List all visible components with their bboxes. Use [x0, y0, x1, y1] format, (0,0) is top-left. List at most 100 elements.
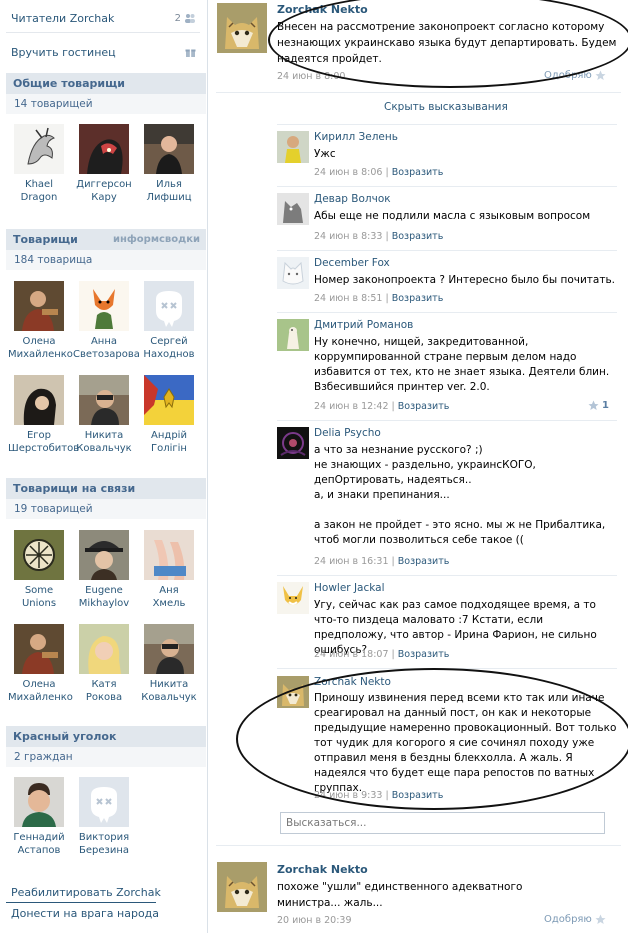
avatar[interactable] — [144, 530, 194, 580]
hide-comments-link[interactable]: Скрыть высказывания — [384, 101, 508, 113]
friend-first-name[interactable]: Khael — [8, 178, 70, 191]
comment-date[interactable]: 24 июн в 16:31 — [314, 556, 389, 567]
friend-card[interactable]: Сергей Находнов — [138, 281, 200, 361]
friend-first-name[interactable]: Катя — [73, 678, 135, 691]
avatar[interactable] — [79, 124, 129, 174]
common-friends-header[interactable]: Общие товарищи — [6, 73, 206, 94]
friend-last-name[interactable]: Находнов — [138, 348, 200, 361]
comment-author[interactable]: Дмитрий Романов — [314, 319, 413, 331]
avatar[interactable] — [14, 281, 64, 331]
comment-author[interactable]: Delia Psycho — [314, 427, 381, 439]
friend-card[interactable]: Eugene Mikhaylov — [73, 530, 135, 610]
friend-card[interactable]: Никита Ковальчук — [138, 624, 200, 704]
friend-first-name[interactable]: Eugene — [73, 584, 135, 597]
avatar[interactable] — [14, 375, 64, 425]
friend-card[interactable]: Илья Лифшиц — [138, 124, 200, 204]
friend-last-name[interactable]: Березина — [73, 844, 135, 857]
post-author-name[interactable]: Zorchak Nekto — [277, 863, 368, 876]
comment-input[interactable]: Высказаться... — [280, 812, 605, 834]
comment-author[interactable]: December Fox — [314, 257, 390, 269]
comment-avatar[interactable] — [277, 319, 309, 351]
comment-author[interactable]: Кирилл Зелень — [314, 131, 398, 143]
reply-link[interactable]: Возразить — [392, 167, 444, 178]
friend-last-name[interactable]: Михайленко — [8, 691, 73, 704]
post-author-avatar[interactable] — [217, 862, 267, 912]
comment-date[interactable]: 24 июн в 12:42 — [314, 401, 389, 412]
reply-link[interactable]: Возразить — [398, 556, 450, 567]
online-friends-header[interactable]: Товарищи на связи — [6, 478, 206, 499]
friend-card[interactable]: Аня Хмель — [138, 530, 200, 610]
friend-last-name[interactable]: Голігін — [138, 442, 200, 455]
avatar[interactable] — [79, 375, 129, 425]
friend-first-name[interactable]: Геннадий — [8, 831, 70, 844]
readers-link[interactable]: Читатели Zorchak 2 — [0, 3, 206, 33]
friend-card[interactable]: Никита Ковальчук — [73, 375, 135, 455]
friend-last-name[interactable]: Хмель — [138, 597, 200, 610]
comment-avatar[interactable] — [277, 193, 309, 225]
avatar[interactable] — [14, 124, 64, 174]
friend-card[interactable]: Виктория Березина — [73, 777, 135, 857]
avatar-placeholder[interactable] — [79, 777, 129, 827]
reply-link[interactable]: Возразить — [392, 293, 444, 304]
reply-link[interactable]: Возразить — [398, 401, 450, 412]
comment-avatar[interactable] — [277, 427, 309, 459]
friend-card[interactable]: Some Unions — [8, 530, 70, 610]
comment-date[interactable]: 24 июн в 8:33 — [314, 231, 382, 242]
avatar[interactable] — [144, 124, 194, 174]
friend-last-name[interactable]: Шерстобитов — [8, 442, 79, 455]
friend-card[interactable]: Khael Dragon — [8, 124, 70, 204]
friend-first-name[interactable]: Никита — [73, 429, 135, 442]
avatar[interactable] — [79, 281, 129, 331]
avatar[interactable] — [79, 530, 129, 580]
avatar-placeholder[interactable] — [144, 281, 194, 331]
friend-last-name[interactable]: Dragon — [8, 191, 70, 204]
comment-date[interactable]: 24 июн в 8:51 — [314, 293, 382, 304]
friend-first-name[interactable]: Виктория — [73, 831, 135, 844]
avatar[interactable] — [14, 777, 64, 827]
friend-card[interactable]: Олена Михайленко — [8, 281, 73, 361]
friend-first-name[interactable]: Some — [8, 584, 70, 597]
friend-first-name[interactable]: Аня — [138, 584, 200, 597]
friends-header[interactable]: Товарищи информсводки — [6, 229, 206, 250]
gift-link[interactable]: Вручить гостинец — [0, 37, 206, 67]
friend-card[interactable]: Андрій Голігін — [138, 375, 200, 455]
comment-date[interactable]: 24 июн в 8:06 — [314, 167, 382, 178]
avatar[interactable] — [144, 624, 194, 674]
avatar[interactable] — [14, 530, 64, 580]
friend-card[interactable]: Егор Шерстобитов — [8, 375, 79, 455]
comment-avatar[interactable] — [277, 131, 309, 163]
report-link[interactable]: Донести на врага народа — [11, 907, 159, 920]
comment-author[interactable]: Howler Jackal — [314, 582, 385, 594]
post-author-avatar[interactable] — [217, 3, 267, 53]
friend-first-name[interactable]: Олена — [8, 335, 70, 348]
avatar[interactable] — [14, 624, 64, 674]
friends-updates-link[interactable]: информсводки — [113, 234, 200, 245]
reply-link[interactable]: Возразить — [398, 649, 450, 660]
friend-last-name[interactable]: Mikhaylov — [73, 597, 135, 610]
friend-card[interactable]: Геннадий Астапов — [8, 777, 70, 857]
friend-first-name[interactable]: Никита — [138, 678, 200, 691]
red-corner-header[interactable]: Красный уголок — [6, 726, 206, 747]
friend-card[interactable]: Катя Рокова — [73, 624, 135, 704]
friend-last-name[interactable]: Ковальчук — [138, 691, 200, 704]
comment-like-button[interactable]: 1 — [588, 400, 609, 411]
friend-last-name[interactable]: Светозарова — [73, 348, 140, 361]
like-button[interactable]: Одобряю — [544, 914, 606, 925]
avatar[interactable] — [79, 624, 129, 674]
friend-last-name[interactable]: Астапов — [8, 844, 70, 857]
friend-card[interactable]: Анна Светозарова — [73, 281, 140, 361]
comment-avatar[interactable] — [277, 582, 309, 614]
friend-first-name[interactable]: Анна — [73, 335, 135, 348]
comment-date[interactable]: 24 июн в 18:07 — [314, 649, 389, 660]
friend-first-name[interactable]: Сергей — [138, 335, 200, 348]
friend-last-name[interactable]: Лифшиц — [138, 191, 200, 204]
friend-first-name[interactable]: Андрій — [138, 429, 200, 442]
friend-first-name[interactable]: Илья — [138, 178, 200, 191]
friend-last-name[interactable]: Рокова — [73, 691, 135, 704]
friend-last-name[interactable]: Михайленко — [8, 348, 73, 361]
friend-first-name[interactable]: Олена — [8, 678, 70, 691]
post-date[interactable]: 20 июн в 20:39 — [277, 915, 352, 926]
avatar[interactable] — [144, 375, 194, 425]
friend-last-name[interactable]: Кару — [73, 191, 135, 204]
friend-first-name[interactable]: Диггерсон — [73, 178, 135, 191]
